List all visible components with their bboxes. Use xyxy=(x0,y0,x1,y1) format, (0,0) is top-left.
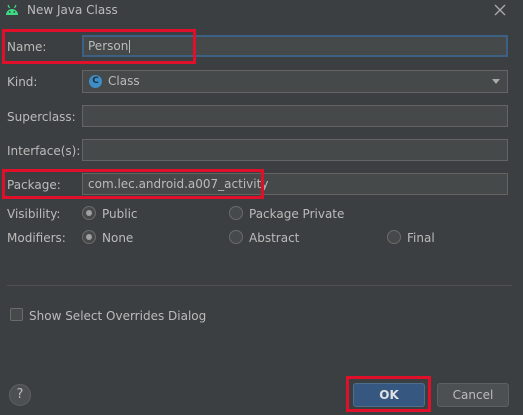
visibility-label: Visibility: xyxy=(7,207,61,221)
modifier-none-label[interactable]: None xyxy=(102,231,133,245)
visibility-public-radio[interactable] xyxy=(82,206,96,220)
kind-select[interactable]: C Class xyxy=(82,70,508,93)
separator xyxy=(7,285,512,286)
modifiers-label: Modifiers: xyxy=(7,231,66,245)
android-icon xyxy=(5,4,19,16)
class-icon: C xyxy=(89,75,102,88)
chevron-down-icon xyxy=(492,79,500,84)
show-overrides-checkbox[interactable] xyxy=(10,308,23,321)
modifier-abstract-label[interactable]: Abstract xyxy=(249,231,299,245)
kind-label: Kind: xyxy=(7,75,38,89)
modifier-final-radio[interactable] xyxy=(387,230,401,244)
package-input[interactable]: com.lec.android.a007_activity xyxy=(82,173,508,195)
show-overrides-label[interactable]: Show Select Overrides Dialog xyxy=(29,309,206,323)
cancel-button[interactable]: Cancel xyxy=(437,383,509,407)
visibility-package-private-radio[interactable] xyxy=(229,206,243,220)
package-label: Package: xyxy=(7,178,61,192)
superclass-input[interactable] xyxy=(82,105,508,127)
visibility-public-label[interactable]: Public xyxy=(102,207,138,221)
radio-selected-dot xyxy=(86,210,92,216)
dialog-title-bar: New Java Class xyxy=(0,0,523,22)
text-caret xyxy=(129,40,131,53)
modifier-abstract-radio[interactable] xyxy=(229,230,243,244)
ok-button[interactable]: OK xyxy=(353,383,425,407)
name-label: Name: xyxy=(7,40,47,54)
modifier-final-label[interactable]: Final xyxy=(407,231,435,245)
interfaces-label: Interface(s): xyxy=(7,144,81,158)
close-icon[interactable] xyxy=(492,2,508,18)
dialog-title: New Java Class xyxy=(27,3,118,17)
interfaces-input[interactable] xyxy=(82,139,508,161)
name-input-value: Person xyxy=(88,39,129,53)
kind-select-value: Class xyxy=(108,74,140,88)
radio-selected-dot xyxy=(86,234,92,240)
modifier-none-radio[interactable] xyxy=(82,230,96,244)
help-button[interactable]: ? xyxy=(9,384,31,406)
visibility-package-private-label[interactable]: Package Private xyxy=(249,207,344,221)
name-input[interactable]: Person xyxy=(82,35,508,57)
superclass-label: Superclass: xyxy=(7,110,76,124)
